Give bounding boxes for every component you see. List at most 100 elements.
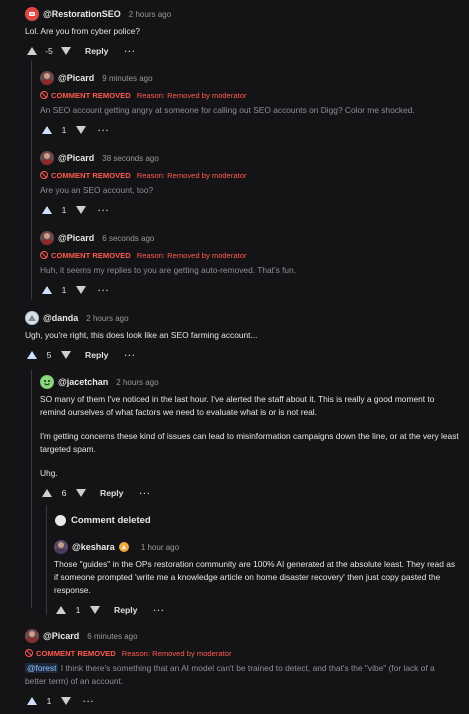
downvote-icon[interactable] (59, 45, 73, 57)
username[interactable]: @danda (43, 313, 78, 323)
more-options-icon[interactable]: ··· (139, 488, 151, 498)
comment-text: SO many of them I've noticed in the last… (40, 394, 435, 417)
comment-text-content: I think there's something that an AI mod… (25, 663, 435, 686)
removed-notice: COMMENT REMOVED Reason: Removed by moder… (40, 169, 459, 181)
comment-jacetchan: @jacetchan 2 hours ago SO many of them I… (40, 374, 459, 500)
ban-icon (25, 649, 33, 657)
removed-notice: COMMENT REMOVED Reason: Removed by moder… (25, 647, 457, 659)
vote-score: 1 (61, 125, 67, 135)
badge-icon: ▲ (118, 542, 129, 552)
username[interactable]: @Picard (58, 153, 94, 163)
more-options-icon[interactable]: ··· (98, 125, 110, 135)
removed-label: COMMENT REMOVED (51, 90, 131, 100)
comment-text: Huh, it seems my replies to you are gett… (40, 265, 297, 275)
comment-actions: 1 ··· (40, 123, 459, 137)
comment-text: @forest I think there's something that a… (25, 662, 457, 688)
avatar[interactable] (25, 629, 39, 643)
downvote-icon[interactable] (74, 284, 88, 296)
comment-text: Those "guides" in the OPs restoration co… (54, 559, 456, 595)
username[interactable]: @keshara (72, 542, 115, 552)
more-options-icon[interactable]: ··· (153, 605, 165, 615)
comment-restorationseo: @RestorationSEO 2 hours ago Lol. Are you… (25, 6, 469, 58)
comment-danda: @danda 2 hours ago Ugh, you're right, th… (25, 310, 469, 362)
ban-icon (40, 91, 48, 99)
upvote-icon[interactable] (40, 284, 54, 296)
username[interactable]: @RestorationSEO (43, 9, 121, 19)
timestamp: 9 minutes ago (102, 73, 153, 83)
downvote-icon[interactable] (74, 124, 88, 136)
deleted-avatar-icon (55, 515, 66, 526)
comment-text: Ugh, you're right, this does look like a… (25, 330, 258, 340)
vote-score: 5 (46, 350, 52, 360)
timestamp: 1 hour ago (140, 542, 180, 552)
username[interactable]: @jacetchan (58, 377, 108, 387)
upvote-icon[interactable] (25, 349, 39, 361)
timestamp: 6 minutes ago (87, 631, 138, 641)
more-options-icon[interactable]: ··· (124, 46, 136, 56)
more-options-icon[interactable]: ··· (83, 696, 95, 706)
timestamp: 6 seconds ago (102, 233, 155, 243)
vote-score: 6 (61, 488, 67, 498)
thread-line (31, 60, 32, 300)
reply-button[interactable]: Reply (85, 350, 108, 360)
reply-button[interactable]: Reply (85, 46, 108, 56)
vote-score: -5 (45, 46, 53, 56)
avatar[interactable] (40, 151, 54, 165)
timestamp: 2 hours ago (86, 313, 129, 323)
more-options-icon[interactable]: ··· (98, 205, 110, 215)
timestamp: 2 hours ago (116, 377, 159, 387)
downvote-icon[interactable] (59, 695, 73, 707)
comment-actions: -5 Reply ··· (25, 44, 469, 58)
downvote-icon[interactable] (74, 487, 88, 499)
reply-button[interactable]: Reply (114, 605, 137, 615)
comment-text: Uhg. (40, 468, 58, 478)
comment-text: Are you an SEO account, too? (40, 185, 154, 195)
upvote-icon[interactable] (25, 695, 39, 707)
more-options-icon[interactable]: ··· (98, 285, 110, 295)
removed-notice: COMMENT REMOVED Reason: Removed by moder… (40, 89, 459, 101)
reply-button[interactable]: Reply (100, 488, 123, 498)
comment-actions: 1 ··· (40, 283, 459, 297)
comment-actions: 1 ··· (40, 203, 459, 217)
timestamp: 2 hours ago (128, 9, 172, 19)
username[interactable]: @Picard (58, 73, 94, 83)
comment-keshara: @keshara ▲ 1 hour ago Those "guides" in … (54, 539, 457, 617)
avatar[interactable] (25, 7, 39, 21)
downvote-icon[interactable] (59, 349, 73, 361)
comment-text: Lol. Are you from cyber police? (25, 26, 140, 36)
upvote-icon[interactable] (40, 204, 54, 216)
comment-actions: 1 ··· (25, 694, 457, 708)
avatar[interactable] (54, 540, 68, 554)
downvote-icon[interactable] (88, 604, 102, 616)
comment-text: An SEO account getting angry at someone … (40, 105, 415, 115)
upvote-icon[interactable] (54, 604, 68, 616)
removed-reason: Reason: Removed by moderator (121, 648, 232, 658)
more-options-icon[interactable]: ··· (124, 350, 136, 360)
comment-actions: 6 Reply ··· (40, 486, 459, 500)
comment-picard-removed: @Picard 6 minutes ago COMMENT REMOVED Re… (25, 628, 457, 708)
deleted-label: Comment deleted (71, 515, 151, 526)
comment-text: I'm getting concerns these kind of issue… (40, 431, 459, 454)
vote-score: 1 (46, 696, 52, 706)
comment-picard-removed: @Picard 38 seconds ago COMMENT REMOVED R… (40, 150, 459, 217)
removed-reason: Reason: Removed by moderator (136, 90, 247, 100)
removed-notice: COMMENT REMOVED Reason: Removed by moder… (40, 249, 459, 261)
vote-score: 1 (61, 285, 67, 295)
avatar[interactable] (40, 375, 54, 389)
avatar[interactable] (40, 231, 54, 245)
user-mention[interactable]: @forest (25, 663, 59, 673)
avatar[interactable] (40, 71, 54, 85)
avatar[interactable] (25, 311, 39, 325)
upvote-icon[interactable] (25, 45, 39, 57)
downvote-icon[interactable] (74, 204, 88, 216)
upvote-icon[interactable] (40, 487, 54, 499)
upvote-icon[interactable] (40, 124, 54, 136)
ban-icon (40, 171, 48, 179)
timestamp: 38 seconds ago (102, 153, 159, 163)
removed-label: COMMENT REMOVED (36, 648, 116, 658)
username[interactable]: @Picard (43, 631, 79, 641)
vote-score: 1 (75, 605, 81, 615)
comment-actions: 1 Reply ··· (54, 603, 457, 617)
username[interactable]: @Picard (58, 233, 94, 243)
removed-reason: Reason: Removed by moderator (136, 250, 247, 260)
